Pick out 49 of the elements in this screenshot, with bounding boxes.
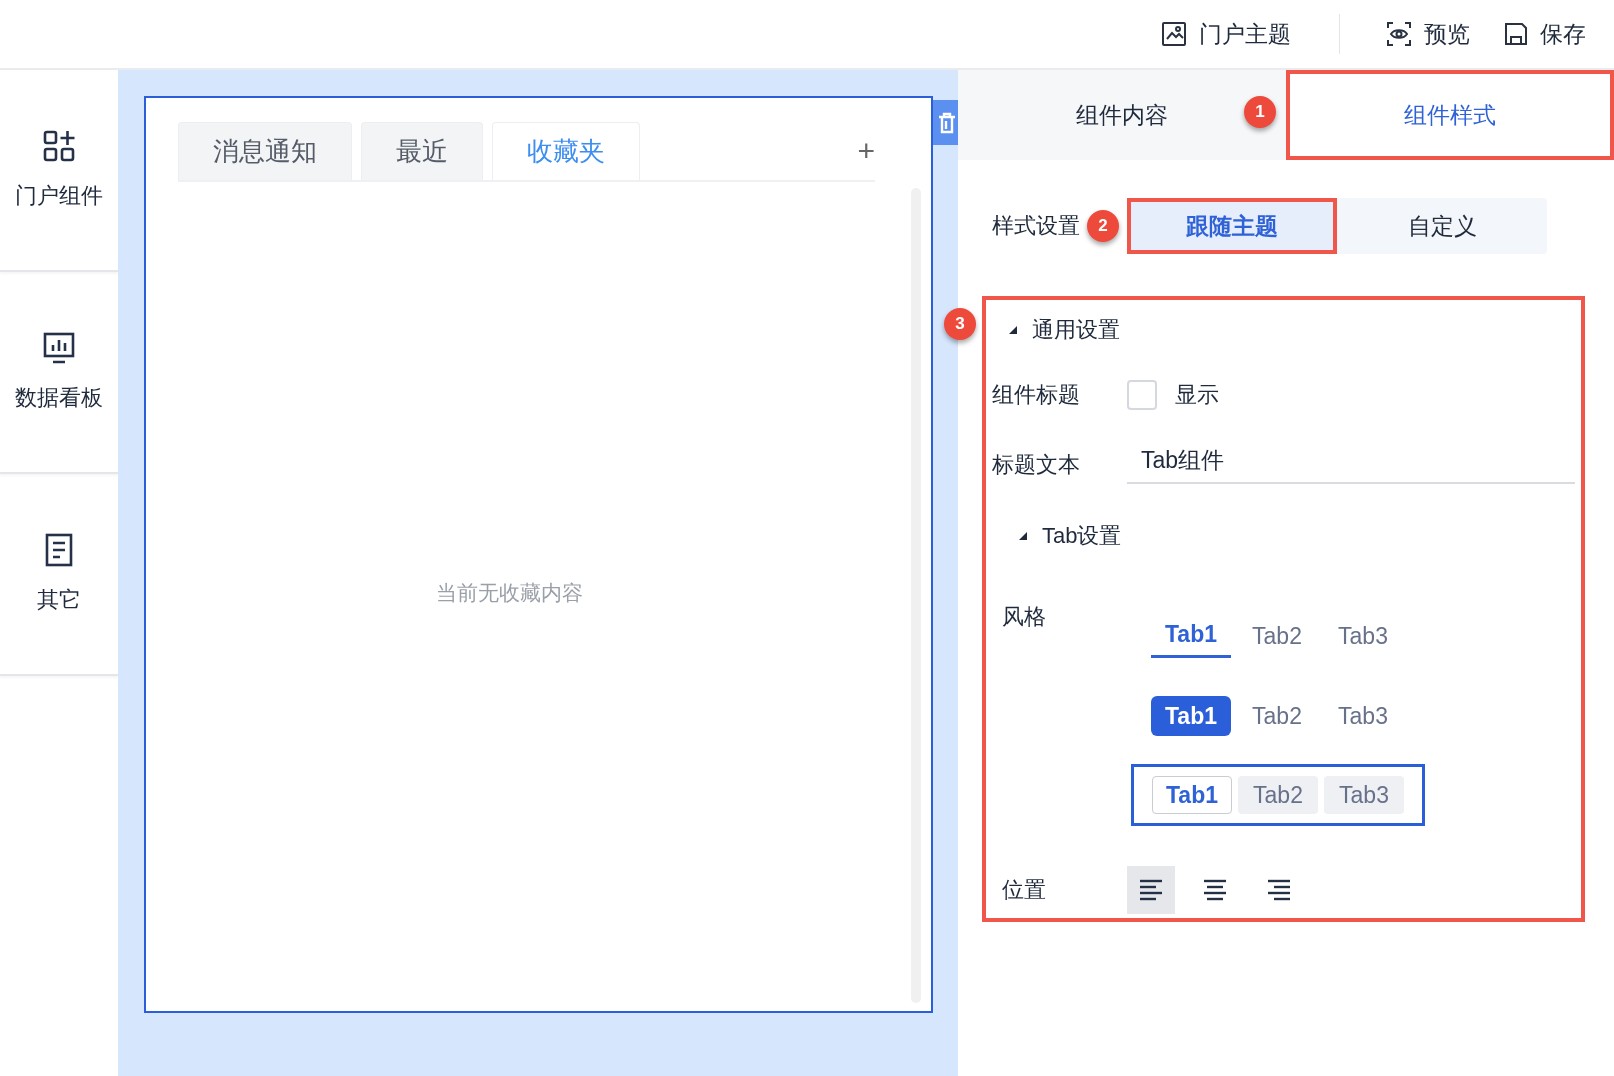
align-right-icon — [1267, 879, 1291, 901]
input-field[interactable]: Tab组件 — [1127, 446, 1575, 484]
delete-handle[interactable] — [933, 100, 958, 145]
checkbox-label: 显示 — [1175, 381, 1219, 409]
tab-preview: Tab3 — [1337, 701, 1389, 731]
chart-monitor-icon — [42, 331, 76, 365]
panel-tab[interactable]: 组件样式 — [1286, 70, 1614, 160]
document-icon — [44, 533, 74, 567]
tab-preview: Tab3 — [1324, 776, 1404, 814]
tab-preview: Tab1 — [1151, 696, 1231, 736]
widget-tab[interactable]: 消息通知 — [178, 122, 352, 180]
trash-icon — [939, 111, 955, 134]
save-icon — [1504, 22, 1528, 46]
grid-icon — [42, 129, 76, 163]
align-center-icon — [1203, 879, 1227, 901]
field-label: 位置 — [1001, 876, 1047, 904]
eye-icon — [1386, 21, 1412, 47]
style-option[interactable]: Tab1 Tab2 Tab3 — [1151, 696, 1403, 736]
section-title: 通用设置 — [1032, 316, 1120, 344]
section-title: Tab设置 — [1042, 522, 1122, 550]
checkbox[interactable] — [1127, 380, 1157, 410]
tab-preview: Tab3 — [1337, 621, 1389, 651]
align-left-icon — [1139, 879, 1163, 901]
section-header[interactable]: Tab设置 — [992, 512, 1122, 560]
tab-preview: Tab1 — [1152, 776, 1232, 814]
style-option[interactable]: Tab1 Tab2 Tab3 — [1151, 614, 1403, 658]
palette-icon — [1161, 21, 1187, 47]
field-label: 风格 — [1001, 603, 1047, 631]
tab-preview: Tab2 — [1251, 621, 1303, 651]
segment-option[interactable]: 自定义 — [1337, 198, 1547, 254]
widget-tab[interactable]: 最近 — [361, 122, 483, 180]
annotation-badge: 3 — [944, 308, 976, 340]
toolbar-button[interactable]: 保存 — [1494, 18, 1596, 50]
field-label: 标题文本 — [992, 451, 1081, 479]
tab-widget[interactable]: 消息通知 最近 收藏夹 + 当前无收藏内容 — [144, 96, 933, 1013]
segment-option[interactable]: 跟随主题 — [1127, 198, 1337, 254]
field-label: 样式设置 — [992, 213, 1080, 238]
empty-message: 当前无收藏内容 — [436, 579, 583, 606]
align-button[interactable] — [1127, 866, 1175, 914]
toolbar-button[interactable]: 门户主题 — [1151, 18, 1301, 50]
add-tab-button[interactable]: + — [857, 134, 875, 180]
tab-preview: Tab2 — [1238, 776, 1318, 814]
section-header[interactable]: 通用设置 — [992, 306, 1120, 354]
field-label: 组件标题 — [992, 381, 1081, 409]
tab-preview: Tab2 — [1251, 701, 1303, 731]
annotation-badge: 2 — [1087, 210, 1119, 242]
style-option[interactable]: Tab1 Tab2 Tab3 — [1131, 764, 1425, 826]
toolbar-button[interactable]: 预览 — [1376, 18, 1480, 50]
tab-preview: Tab1 — [1151, 614, 1231, 658]
